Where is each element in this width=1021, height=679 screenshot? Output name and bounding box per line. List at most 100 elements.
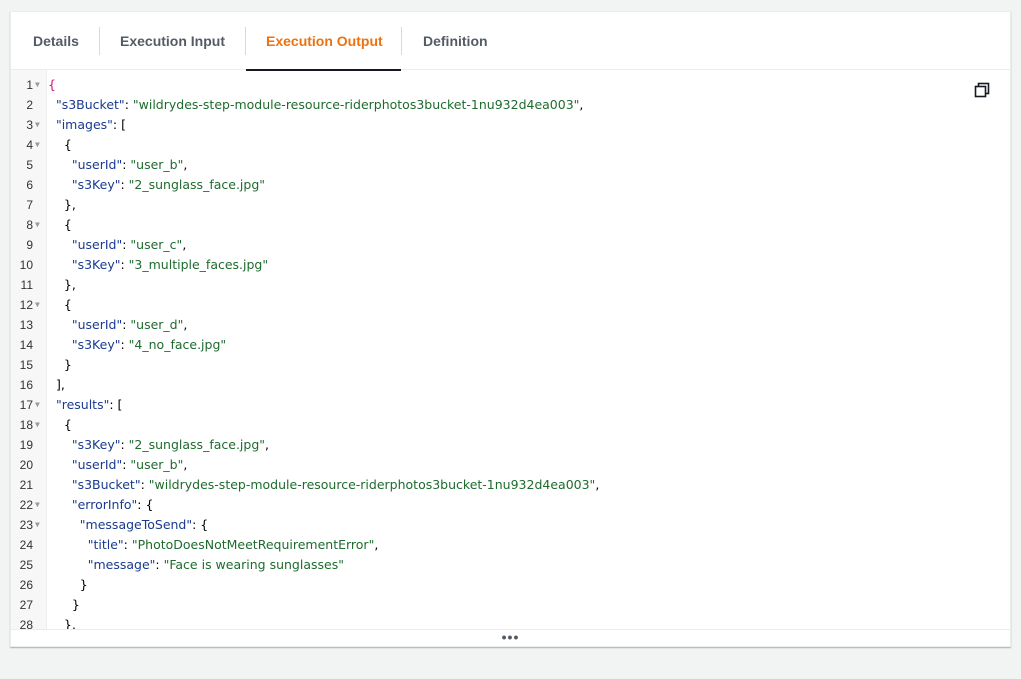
code-line: 3 ▼ "images": [ (11, 115, 1010, 135)
line-number: 15 (19, 358, 33, 372)
execution-panel: Details Execution Input Execution Output… (10, 11, 1011, 647)
code-line: 12 ▼ { (11, 295, 1010, 315)
line-number: 10 (19, 258, 33, 272)
code-text: { (48, 417, 72, 432)
code-line: 15 } (11, 355, 1010, 375)
line-number: 8 (26, 218, 33, 232)
code-line: 26 } (11, 575, 1010, 595)
code-text: "title": "PhotoDoesNotMeetRequirementErr… (87, 537, 379, 552)
code-line: 5 "userId": "user_b", (11, 155, 1010, 175)
line-number: 13 (19, 318, 33, 332)
tab-divider (401, 27, 402, 55)
line-number: 23 (19, 518, 33, 532)
code-line: 27 } (11, 595, 1010, 615)
code-text: "s3Bucket": "wildrydes-step-module-resou… (71, 477, 600, 492)
fold-arrow-icon[interactable]: ▼ (35, 75, 43, 95)
line-number: 3 (26, 118, 33, 132)
code-text: "userId": "user_b", (71, 157, 188, 172)
code-text: "s3Bucket": "wildrydes-step-module-resou… (55, 97, 584, 112)
code-text: "results": [ (55, 397, 123, 412)
code-text: }, (48, 197, 76, 212)
fold-arrow-icon[interactable]: ▼ (35, 115, 43, 135)
code-text: { (48, 217, 72, 232)
line-number: 6 (26, 178, 33, 192)
line-number: 7 (26, 198, 33, 212)
line-number: 25 (19, 558, 33, 572)
code-line: 16 ], (11, 375, 1010, 395)
tab-details[interactable]: Details (33, 12, 79, 70)
code-text: { (48, 77, 56, 92)
line-number: 18 (19, 418, 33, 432)
line-number: 26 (19, 578, 33, 592)
line-number: 27 (19, 598, 33, 612)
code-text: }, (48, 277, 76, 292)
code-line: 10 "s3Key": "3_multiple_faces.jpg" (11, 255, 1010, 275)
line-number: 21 (19, 478, 33, 492)
code-text: } (48, 597, 80, 612)
line-number: 5 (26, 158, 33, 172)
code-text: "message": "Face is wearing sunglasses" (87, 557, 344, 572)
code-text: "s3Key": "2_sunglass_face.jpg", (71, 437, 269, 452)
line-number: 2 (26, 98, 33, 112)
tab-divider (99, 27, 100, 55)
code-line: 6 "s3Key": "2_sunglass_face.jpg" (11, 175, 1010, 195)
fold-arrow-icon[interactable]: ▼ (35, 215, 43, 235)
code-text: "userId": "user_b", (71, 457, 188, 472)
code-line: 24 "title": "PhotoDoesNotMeetRequirement… (11, 535, 1010, 555)
code-line: 14 "s3Key": "4_no_face.jpg" (11, 335, 1010, 355)
code-line: 11 }, (11, 275, 1010, 295)
tab-execution-input[interactable]: Execution Input (120, 12, 225, 70)
fold-arrow-icon[interactable]: ▼ (35, 415, 43, 435)
fold-arrow-icon[interactable]: ▼ (35, 515, 43, 535)
code-text: "userId": "user_c", (71, 237, 187, 252)
code-line: 17 ▼ "results": [ (11, 395, 1010, 415)
fold-arrow-icon[interactable]: ▼ (35, 295, 43, 315)
line-number: 24 (19, 538, 33, 552)
line-number: 4 (26, 138, 33, 152)
line-number: 1 (26, 78, 33, 92)
code-text: { (48, 137, 72, 152)
tab-bar: Details Execution Input Execution Output… (11, 12, 1010, 71)
fold-arrow-icon[interactable]: ▼ (35, 495, 43, 515)
ellipsis-icon[interactable]: ••• (502, 630, 520, 644)
code-line: 2 "s3Bucket": "wildrydes-step-module-res… (11, 95, 1010, 115)
code-text: "s3Key": "2_sunglass_face.jpg" (71, 177, 266, 192)
code-text: ], (48, 377, 65, 392)
code-line: 13 "userId": "user_d", (11, 315, 1010, 335)
line-number: 11 (20, 278, 33, 292)
resize-handle-bar[interactable]: ••• (11, 629, 1010, 646)
code-line: 25 "message": "Face is wearing sunglasse… (11, 555, 1010, 575)
tab-execution-output[interactable]: Execution Output (246, 12, 401, 71)
tab-definition[interactable]: Definition (423, 12, 488, 70)
line-number: 20 (19, 458, 33, 472)
code-line: 7 }, (11, 195, 1010, 215)
code-text: "s3Key": "4_no_face.jpg" (71, 337, 227, 352)
fold-arrow-icon[interactable]: ▼ (35, 395, 43, 415)
json-code-editor[interactable]: 1 ▼{2 "s3Bucket": "wildrydes-step-module-… (11, 70, 1010, 632)
code-text: "userId": "user_d", (71, 317, 188, 332)
line-number: 22 (19, 498, 33, 512)
code-text: "messageToSend": { (79, 517, 209, 532)
code-line: 21 "s3Bucket": "wildrydes-step-module-re… (11, 475, 1010, 495)
line-number: 16 (19, 378, 33, 392)
line-number: 19 (19, 438, 33, 452)
code-text: "s3Key": "3_multiple_faces.jpg" (71, 257, 269, 272)
code-line: 4 ▼ { (11, 135, 1010, 155)
code-text: } (48, 577, 88, 592)
copy-icon[interactable] (974, 82, 990, 98)
code-line: 18 ▼ { (11, 415, 1010, 435)
code-text: { (48, 297, 72, 312)
code-line: 19 "s3Key": "2_sunglass_face.jpg", (11, 435, 1010, 455)
code-line: 8 ▼ { (11, 215, 1010, 235)
code-line: 20 "userId": "user_b", (11, 455, 1010, 475)
code-line: 22 ▼ "errorInfo": { (11, 495, 1010, 515)
code-line: 1 ▼ { (11, 75, 1010, 95)
code-text: "images": [ (55, 117, 126, 132)
line-number: 9 (26, 238, 33, 252)
code-line: 23 ▼ "messageToSend": { (11, 515, 1010, 535)
line-number: 12 (19, 298, 33, 312)
code-text: "errorInfo": { (71, 497, 154, 512)
fold-arrow-icon[interactable]: ▼ (35, 135, 43, 155)
line-number: 14 (19, 338, 33, 352)
code-text: } (48, 357, 72, 372)
